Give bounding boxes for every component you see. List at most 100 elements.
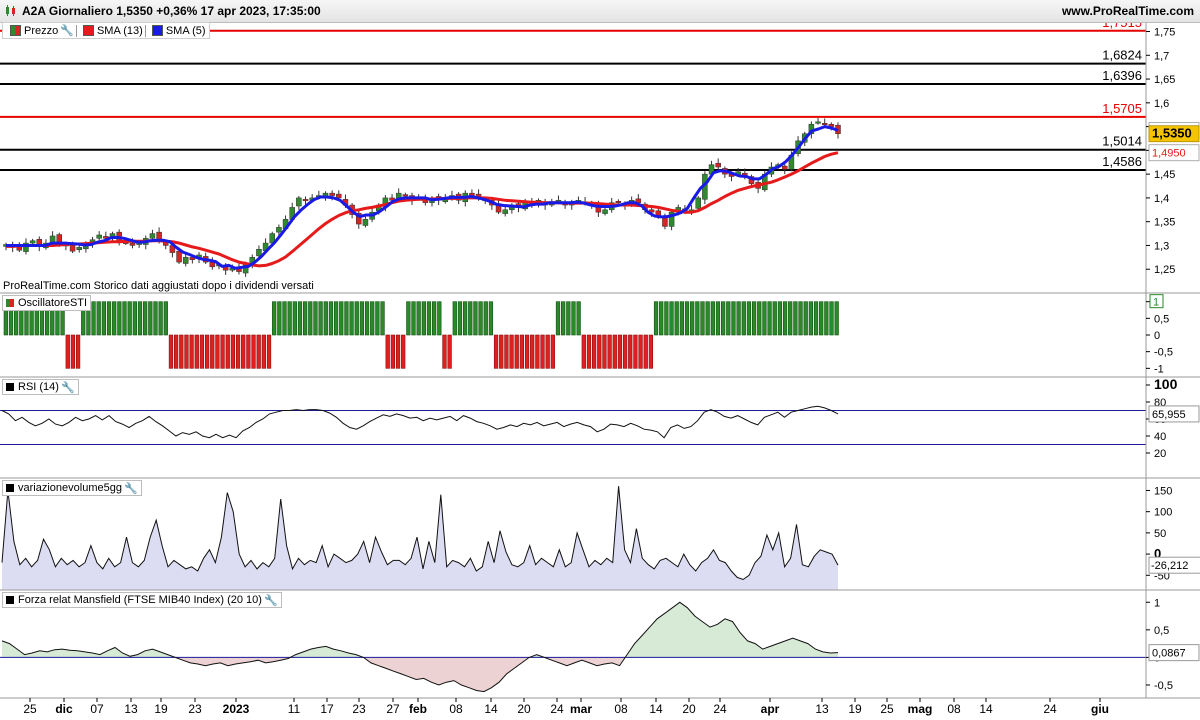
mansfield-last-value: 0,0867 — [1152, 648, 1186, 660]
mansfield-panel-label[interactable]: Forza relat Mansfield (FTSE MIB40 Index)… — [2, 592, 282, 608]
sti-bar — [91, 301, 96, 336]
sti-label-text: OscillatoreSTI — [18, 297, 88, 309]
chart-canvas[interactable]: 1,75151,68241,63961,57051,50141,4586 1,7… — [0, 0, 1200, 720]
sti-bar — [168, 334, 174, 369]
x-tick-label: giu — [1091, 702, 1109, 716]
mansfield-label-text: Forza relat Mansfield (FTSE MIB40 Index)… — [18, 594, 262, 606]
x-tick-label: 13 — [815, 702, 829, 716]
sti-bar — [762, 301, 767, 336]
sti-bar — [478, 301, 483, 336]
sti-bar — [545, 334, 550, 369]
x-tick-label: 23 — [188, 702, 202, 716]
sti-bar — [571, 301, 576, 336]
sti-bar — [788, 301, 793, 336]
wrench-icon[interactable]: 🔧 — [61, 381, 75, 394]
sti-bar — [736, 301, 741, 336]
sti-bar — [741, 301, 746, 336]
x-tick-label: 19 — [154, 702, 168, 716]
sti-bar — [519, 334, 525, 369]
price-tick-label: 1,65 — [1154, 74, 1175, 86]
candle-down — [715, 162, 721, 168]
candle-up — [76, 247, 82, 250]
sti-bar — [256, 334, 261, 369]
wrench-icon[interactable]: 🔧 — [264, 594, 278, 607]
sti-bar — [323, 301, 328, 336]
candle-up — [276, 227, 282, 233]
wrench-icon[interactable]: 🔧 — [60, 24, 74, 37]
sti-bar — [385, 334, 390, 369]
sti-bar — [576, 301, 581, 336]
x-tick-label: 13 — [124, 702, 138, 716]
sti-tick-label: 0,5 — [1154, 313, 1169, 325]
candle-down — [782, 165, 788, 170]
sti-bar — [746, 301, 752, 336]
legend-price[interactable]: Prezzo — [24, 25, 58, 37]
sti-bar — [514, 334, 519, 369]
x-tick-label: 08 — [449, 702, 463, 716]
wrench-icon[interactable]: 🔧 — [124, 482, 138, 495]
rsi-panel-label[interactable]: RSI (14) 🔧 — [2, 379, 79, 395]
sti-bar — [757, 301, 762, 336]
level-label: 1,6396 — [1102, 68, 1142, 83]
sti-bar — [210, 334, 215, 369]
sti-bar — [586, 334, 592, 369]
volume-panel-label[interactable]: variazionevolume5gg 🔧 — [2, 480, 142, 496]
sti-bar — [380, 301, 385, 336]
sti-bar — [184, 334, 189, 369]
candle-down — [821, 123, 828, 126]
level-label: 1,4586 — [1102, 154, 1142, 169]
sti-bar — [679, 301, 684, 336]
rsi-line — [0, 405, 1146, 445]
sti-bar — [767, 301, 772, 336]
candle-down — [209, 261, 216, 268]
sti-bar — [364, 301, 370, 336]
sti-bar — [488, 301, 494, 336]
sti-bar — [561, 301, 566, 336]
x-tick-label: 25 — [23, 702, 37, 716]
rsi-swatch-icon — [6, 383, 14, 391]
sti-bar — [483, 301, 488, 336]
sti-bar — [313, 301, 318, 336]
sti-bar — [659, 301, 664, 336]
candle-up — [29, 240, 36, 244]
sti-bar — [266, 334, 272, 369]
mansfield-tick-label: -0,5 — [1154, 680, 1173, 692]
candle-up — [182, 257, 189, 264]
price-tick-label: 1,45 — [1154, 169, 1175, 181]
volume-last-value: -26,212 — [1151, 560, 1188, 572]
site-link[interactable]: www.ProRealTime.com — [1062, 4, 1194, 18]
sti-bar — [96, 301, 101, 336]
sti-bar — [354, 301, 359, 336]
sti-bar — [602, 334, 607, 369]
sti-bar — [70, 334, 76, 369]
data-source-note: ProRealTime.com Storico dati aggiustati … — [3, 280, 314, 292]
legend-sma5[interactable]: SMA (5) — [166, 25, 206, 37]
sma5-line — [6, 125, 839, 270]
sti-bar — [261, 334, 266, 369]
sti-bar — [793, 301, 798, 336]
legend-sma13[interactable]: SMA (13) — [97, 25, 143, 37]
sti-bar — [375, 301, 380, 336]
sti-panel-label[interactable]: OscillatoreSTI — [2, 295, 92, 311]
x-tick-label: 20 — [682, 702, 696, 716]
sti-bar — [798, 301, 803, 336]
sti-bar — [411, 301, 416, 336]
rsi-tick-label: 100 — [1154, 376, 1178, 392]
x-axis-labels: 25 dic 07 13 19 23 2023 11 17 23 27 feb 08 14 20 24 mar 0… — [23, 698, 1109, 716]
rsi-label-text: RSI (14) — [18, 381, 59, 393]
x-tick-label: 19 — [848, 702, 862, 716]
candle-up — [149, 233, 156, 239]
sti-bar — [287, 301, 292, 336]
candle-up — [256, 249, 262, 257]
sti-bar — [777, 301, 783, 336]
price-tick-label: 1,75 — [1154, 27, 1175, 39]
sti-bar — [700, 301, 705, 336]
rsi-last-value: 65,955 — [1152, 409, 1186, 421]
title-bar: A2A Giornaliero 1,5350 +0,36% 17 apr 202… — [0, 0, 1200, 23]
x-tick-label: 14 — [484, 702, 498, 716]
volume-label-text: variazionevolume5gg — [18, 482, 122, 494]
sti-bars — [3, 301, 839, 369]
y-axis-labels: 1,751,71,651,61,551,51,451,41,351,31,251… — [1146, 27, 1200, 692]
sti-bar — [504, 334, 509, 369]
sti-bar — [819, 301, 824, 336]
